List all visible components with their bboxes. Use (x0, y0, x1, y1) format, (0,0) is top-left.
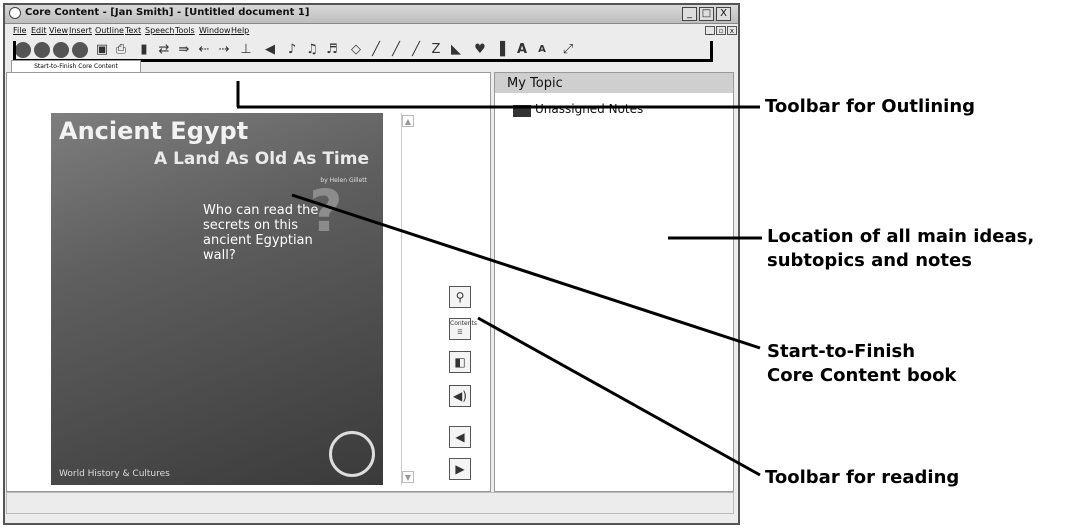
callout-book-2: Core Content book (767, 365, 957, 386)
callout-reading-toolbar: Toolbar for reading (765, 467, 960, 488)
callout-main-ideas-1: Location of all main ideas, (767, 226, 1035, 247)
callout-main-ideas-2: subtopics and notes (767, 250, 972, 271)
callout-book-1: Start-to-Finish (767, 341, 916, 362)
callout-outlining-toolbar: Toolbar for Outlining (765, 96, 976, 117)
